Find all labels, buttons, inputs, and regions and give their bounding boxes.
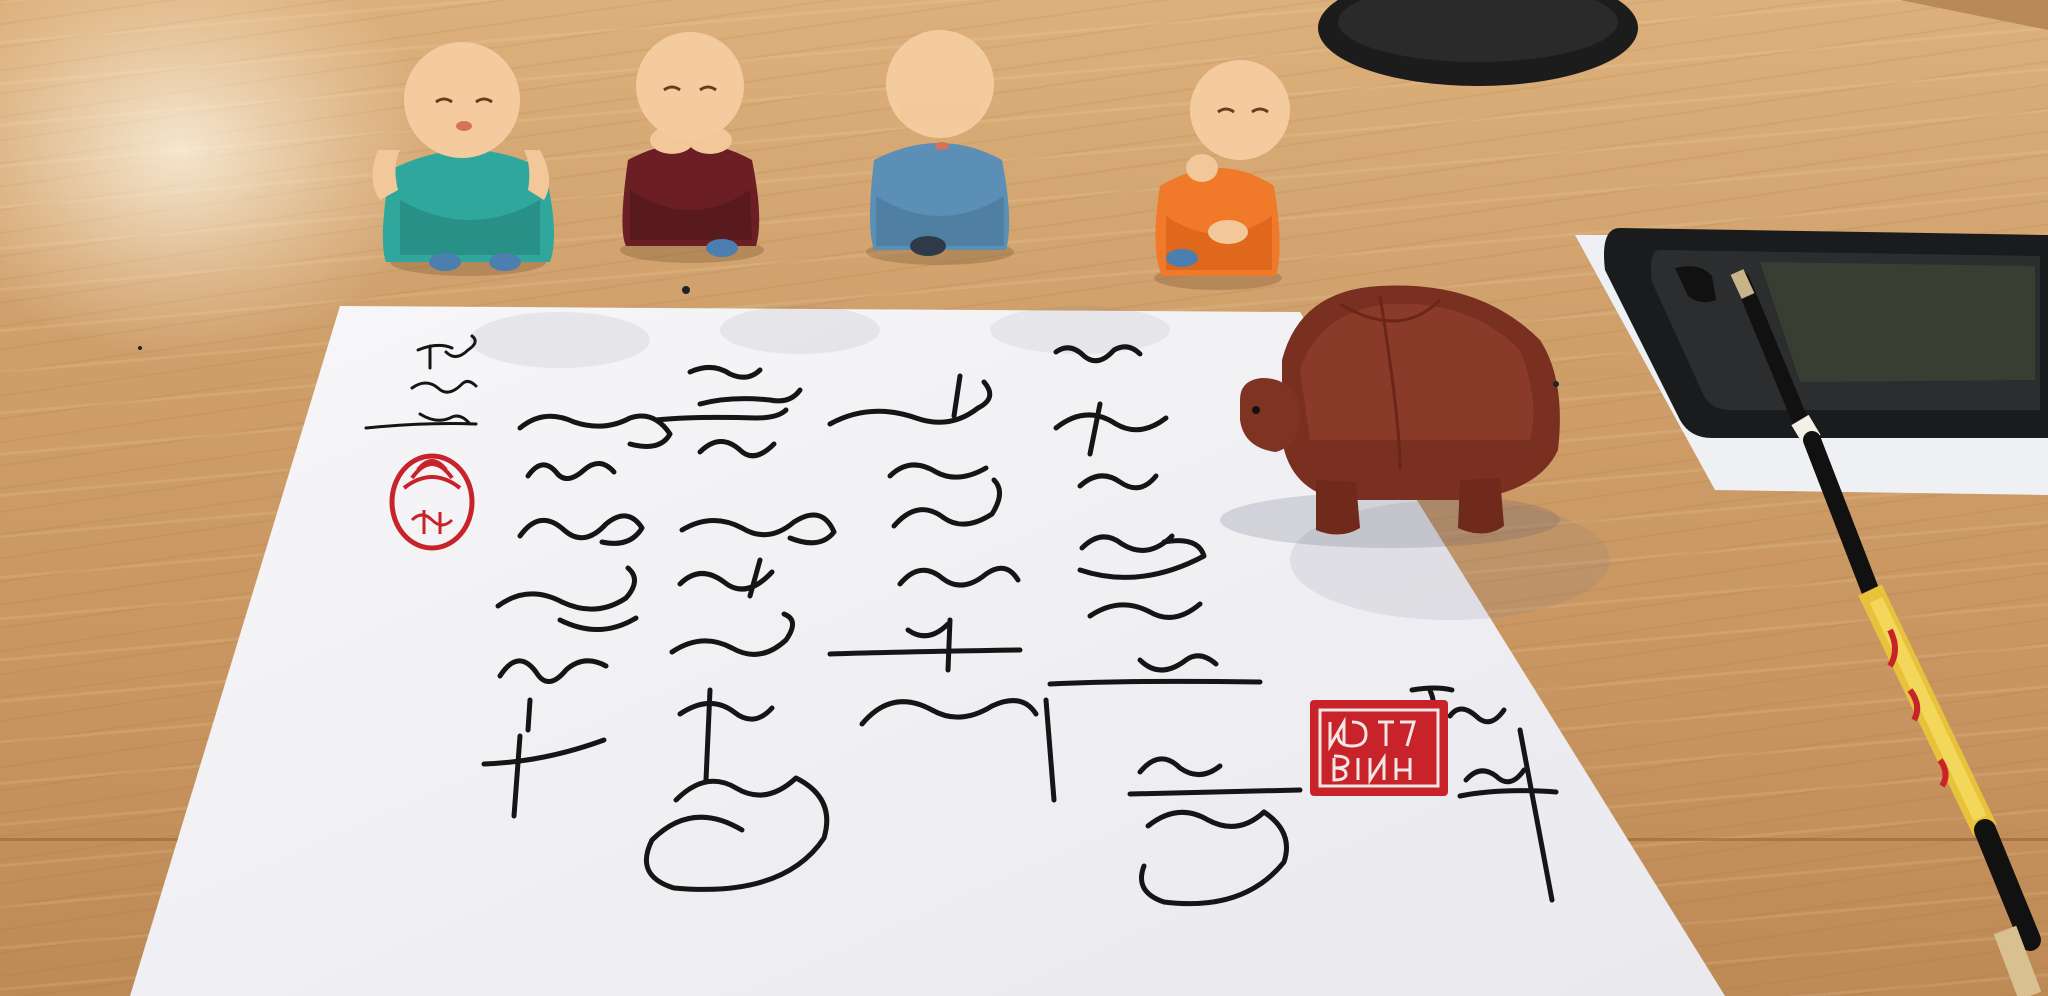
ink-specks <box>138 286 1559 387</box>
desk-scene <box>0 0 2048 996</box>
